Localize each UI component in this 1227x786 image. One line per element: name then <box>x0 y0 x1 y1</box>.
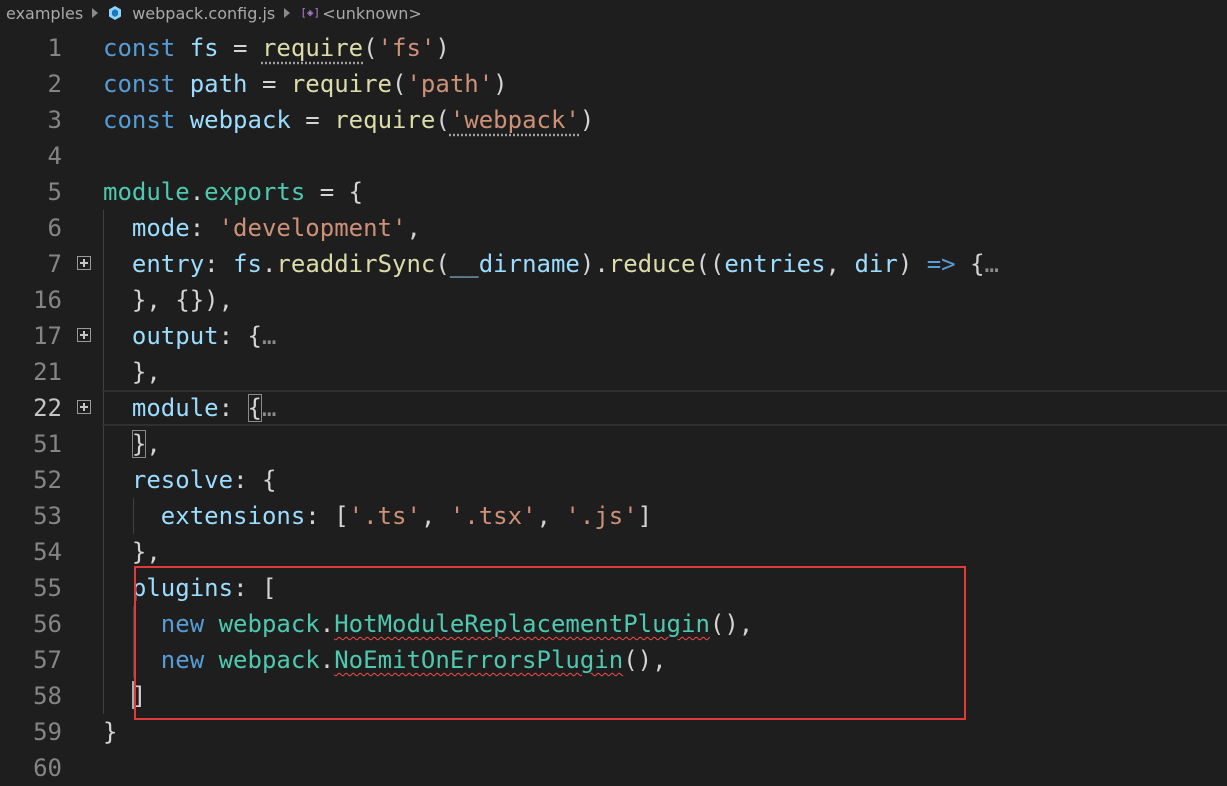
line-text: ] <box>131 681 147 710</box>
line-number: 7 <box>47 250 62 278</box>
code-line[interactable]: 60 <box>0 750 1227 786</box>
breadcrumb-file[interactable]: webpack.config.js <box>132 4 275 23</box>
line-text: module: {… <box>131 394 277 422</box>
line-text: }, <box>103 358 161 386</box>
line-text: }, <box>131 430 161 458</box>
code-line[interactable]: 5 module.exports = { <box>0 174 1227 210</box>
code-line-current[interactable]: 22 module: {… <box>0 390 1227 426</box>
code-line[interactable]: 59 } <box>0 714 1227 750</box>
line-number: 57 <box>33 646 62 674</box>
line-number: 55 <box>33 574 62 602</box>
code-line[interactable]: 3 const webpack = require('webpack') <box>0 102 1227 138</box>
line-text: entry: fs.readdirSync(__dirname).reduce(… <box>131 250 999 278</box>
line-text: resolve: { <box>131 466 277 494</box>
line-text: }, {}), <box>103 286 234 314</box>
line-text: module.exports = { <box>103 178 364 206</box>
line-number: 54 <box>33 538 62 566</box>
line-number: 59 <box>33 718 62 746</box>
line-text: mode: 'development', <box>131 214 421 242</box>
breadcrumb-folder[interactable]: examples <box>6 4 83 23</box>
line-text: new webpack.NoEmitOnErrorsPlugin(), <box>160 646 667 674</box>
line-text: const webpack = require('webpack') <box>103 106 595 134</box>
code-line[interactable]: 56 new webpack.HotModuleReplacementPlugi… <box>0 606 1227 642</box>
line-number: 53 <box>33 502 62 530</box>
plus-square-icon[interactable] <box>77 256 91 270</box>
code-line[interactable]: 6 mode: 'development', <box>0 210 1227 246</box>
code-line[interactable]: 52 resolve: { <box>0 462 1227 498</box>
line-number: 17 <box>33 322 62 350</box>
line-text: } <box>103 718 118 746</box>
code-line[interactable]: 53 extensions: ['.ts', '.tsx', '.js'] <box>0 498 1227 534</box>
code-line[interactable]: 55 plugins: [ <box>0 570 1227 606</box>
line-number: 2 <box>47 70 62 98</box>
code-line[interactable]: 57 new webpack.NoEmitOnErrorsPlugin(), <box>0 642 1227 678</box>
breadcrumb: examples webpack.config.js [◈] <unknown> <box>0 0 1227 26</box>
code-line[interactable]: 51 }, <box>0 426 1227 462</box>
line-number: 56 <box>33 610 62 638</box>
line-number: 3 <box>47 106 62 134</box>
line-text: output: {… <box>131 322 277 350</box>
line-text: }, <box>103 538 161 566</box>
code-line[interactable]: 54 }, <box>0 534 1227 570</box>
line-text: new webpack.HotModuleReplacementPlugin()… <box>160 610 754 638</box>
text-cursor <box>131 681 134 709</box>
plus-square-icon[interactable] <box>77 400 91 414</box>
line-text: const path = require('path') <box>103 70 508 98</box>
chevron-right-icon <box>92 8 99 18</box>
line-number: 58 <box>33 682 62 710</box>
code-line[interactable]: 4 <box>0 138 1227 174</box>
line-number: 22 <box>33 394 62 422</box>
line-number: 5 <box>47 178 62 206</box>
line-number: 16 <box>33 286 62 314</box>
code-line[interactable]: 7 entry: fs.readdirSync(__dirname).reduc… <box>0 246 1227 282</box>
code-line[interactable]: 16 }, {}), <box>0 282 1227 318</box>
symbol-variable-icon: [◈] <box>300 6 321 19</box>
line-text: extensions: ['.ts', '.tsx', '.js'] <box>160 502 653 530</box>
line-number: 52 <box>33 466 62 494</box>
line-number: 21 <box>33 358 62 386</box>
code-line[interactable]: 21 }, <box>0 354 1227 390</box>
line-number: 6 <box>47 214 62 242</box>
line-text: const fs = require('fs') <box>103 34 450 62</box>
code-line[interactable]: 58 ] <box>0 678 1227 714</box>
code-editor[interactable]: 1 const fs = require('fs') 2 const path … <box>0 30 1227 782</box>
chevron-right-icon <box>284 8 291 18</box>
code-line[interactable]: 17 output: {… <box>0 318 1227 354</box>
line-number: 1 <box>47 34 62 62</box>
webpack-js-icon <box>108 6 122 20</box>
code-line[interactable]: 1 const fs = require('fs') <box>0 30 1227 66</box>
line-number: 60 <box>33 754 62 782</box>
breadcrumb-symbol[interactable]: <unknown> <box>322 4 422 23</box>
code-line[interactable]: 2 const path = require('path') <box>0 66 1227 102</box>
line-number: 51 <box>33 430 62 458</box>
plus-square-icon[interactable] <box>77 328 91 342</box>
line-text: plugins: [ <box>131 574 277 602</box>
line-number: 4 <box>47 142 62 170</box>
